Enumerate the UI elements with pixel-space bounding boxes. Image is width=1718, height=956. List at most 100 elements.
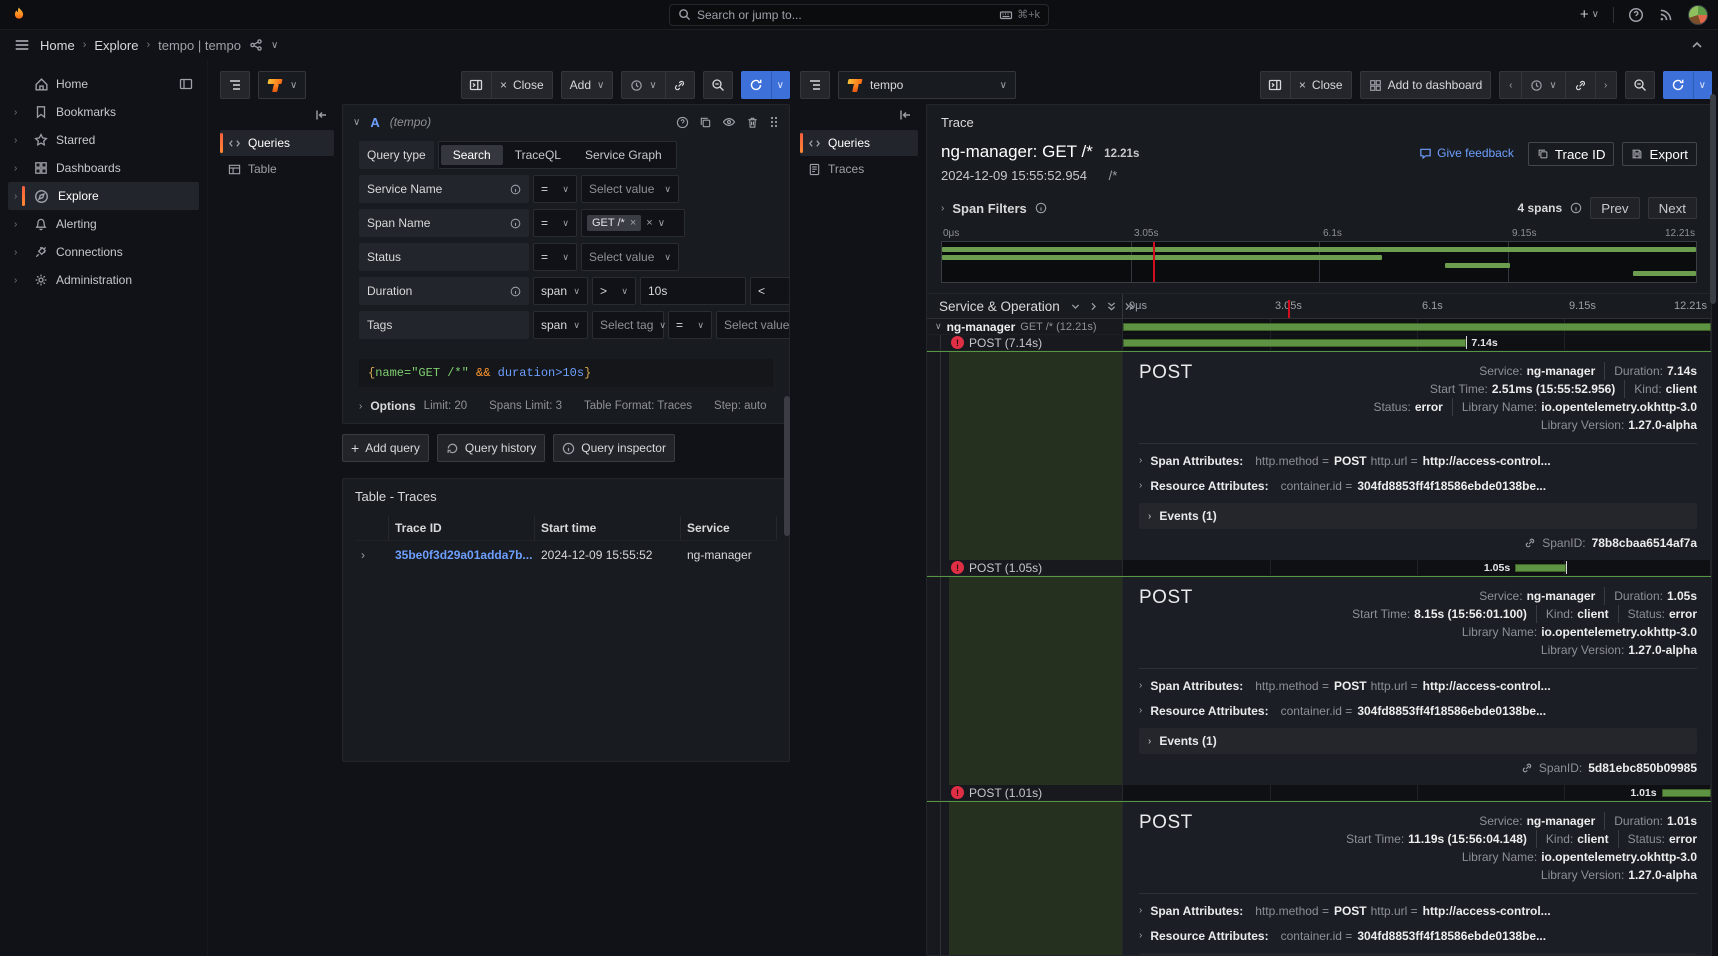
remove-chip-icon[interactable]: ×: [630, 217, 636, 229]
tags-key-select[interactable]: Select tag∨: [592, 311, 664, 339]
duration-operator-select[interactable]: >∨: [592, 277, 636, 305]
sidebar-item-bookmarks[interactable]: › Bookmarks: [8, 98, 199, 126]
duration-max-operator-select[interactable]: <: [750, 277, 789, 305]
drag-handle-icon[interactable]: [769, 115, 779, 129]
span-bar[interactable]: [1123, 339, 1466, 347]
collapse-left-icon[interactable]: [314, 108, 328, 122]
add-query-button[interactable]: +Add query: [342, 434, 429, 462]
right-nav-traces[interactable]: Traces: [800, 156, 918, 182]
events-toggle[interactable]: › Events (1): [1139, 728, 1697, 754]
prev-span-button[interactable]: Prev: [1590, 197, 1639, 219]
menu-icon[interactable]: [14, 37, 30, 53]
duplicate-query-icon[interactable]: [699, 116, 712, 129]
add-button[interactable]: Add∨: [561, 71, 614, 99]
trace-id-button[interactable]: Trace ID: [1528, 142, 1615, 166]
datasource-pane-toggle-button[interactable]: [220, 71, 250, 99]
permalink-icon-button[interactable]: [1565, 71, 1595, 99]
chevron-right-icon[interactable]: ›: [14, 247, 26, 258]
search-input[interactable]: Search or jump to... ⌘+k: [669, 4, 1049, 26]
span-attributes-toggle[interactable]: › Span Attributes: http.method =POSThttp…: [1139, 898, 1697, 923]
zoom-out-button[interactable]: [703, 71, 733, 99]
query-type-service-graph[interactable]: Service Graph: [573, 145, 674, 165]
span-name-value-select[interactable]: GET /*× × ∨: [581, 209, 685, 237]
left-pane-scrollbar[interactable]: [784, 396, 790, 536]
service-operation-header[interactable]: Service & Operation: [939, 299, 1060, 314]
clear-value-icon[interactable]: ×: [646, 217, 652, 229]
breadcrumb-home[interactable]: Home: [40, 38, 75, 53]
span-bar[interactable]: [1123, 323, 1711, 331]
tags-value-select[interactable]: Select value: [716, 311, 789, 339]
run-query-options-button[interactable]: ∨: [771, 71, 790, 99]
span-bar[interactable]: [1662, 789, 1711, 797]
query-options-toggle[interactable]: › Options Limit: 20 Spans Limit: 3 Table…: [343, 395, 789, 423]
chevron-right-icon[interactable]: ›: [14, 191, 26, 202]
give-feedback-link[interactable]: Give feedback: [1419, 146, 1514, 160]
minimap-canvas[interactable]: [941, 241, 1697, 283]
news-icon[interactable]: [1658, 7, 1674, 23]
span-attributes-toggle[interactable]: › Span Attributes: http.method =POSThttp…: [1139, 673, 1697, 698]
sidebar-item-explore[interactable]: › Explore: [8, 182, 199, 210]
resource-attributes-toggle[interactable]: › Resource Attributes: container.id =304…: [1139, 473, 1697, 498]
left-nav-queries[interactable]: Queries: [220, 130, 334, 156]
time-shift-forward-button[interactable]: ›: [1595, 71, 1617, 99]
link-icon[interactable]: [1521, 762, 1533, 774]
span-row-post-2[interactable]: ! POST (1.05s) 1.05s: [927, 560, 1711, 576]
span-name-operator-select[interactable]: =∨: [533, 209, 577, 237]
span-row-root[interactable]: ∨ ng-manager GET /* (12.21s): [927, 319, 1711, 335]
close-pane-button[interactable]: ×Close: [491, 71, 553, 99]
time-range-button[interactable]: ∨: [1521, 71, 1564, 99]
sidebar-item-home[interactable]: Home: [8, 70, 199, 98]
link-icon[interactable]: [1524, 537, 1536, 549]
right-pane-scrollbar[interactable]: [1710, 94, 1716, 304]
close-pane-button[interactable]: ×Close: [1290, 71, 1352, 99]
datasource-pane-toggle-button[interactable]: [800, 71, 830, 99]
run-query-button[interactable]: [741, 71, 771, 99]
sidebar-item-administration[interactable]: › Administration: [8, 266, 199, 294]
chevron-right-icon[interactable]: ›: [14, 135, 26, 146]
split-pane-button[interactable]: [461, 71, 491, 99]
help-icon[interactable]: [1628, 7, 1644, 23]
grafana-logo[interactable]: [10, 6, 28, 24]
chevron-right-icon[interactable]: ›: [14, 163, 26, 174]
breadcrumb-explore[interactable]: Explore: [94, 38, 138, 53]
expand-one-icon[interactable]: [1088, 301, 1099, 312]
chevron-down-icon[interactable]: ∨: [271, 40, 278, 51]
tags-operator-select[interactable]: =∨: [668, 311, 712, 339]
chevron-down-icon[interactable]: ∨: [353, 117, 360, 128]
datasource-picker[interactable]: ∨: [258, 71, 306, 99]
chevron-right-icon[interactable]: ›: [941, 203, 944, 214]
sidebar-item-connections[interactable]: › Connections: [8, 238, 199, 266]
row-expander-icon[interactable]: ›: [355, 540, 389, 569]
chevron-down-icon[interactable]: ∨: [935, 321, 942, 332]
span-filters-label[interactable]: Span Filters: [952, 201, 1026, 216]
next-span-button[interactable]: Next: [1648, 197, 1697, 219]
sidebar-item-alerting[interactable]: › Alerting: [8, 210, 199, 238]
sidebar-item-starred[interactable]: › Starred: [8, 126, 199, 154]
trace-id-link[interactable]: 35be0f3d29a01adda7b...: [389, 540, 535, 569]
right-nav-queries[interactable]: Queries: [800, 130, 918, 156]
permalink-icon-button[interactable]: [665, 71, 695, 99]
add-to-dashboard-button[interactable]: Add to dashboard: [1360, 71, 1492, 99]
collapse-left-icon[interactable]: [898, 108, 912, 122]
status-value-select[interactable]: Select value∨: [581, 243, 679, 271]
span-row-post-3[interactable]: ! POST (1.01s) 1.01s: [927, 785, 1711, 801]
collapse-all-icon[interactable]: [1106, 301, 1117, 312]
new-menu-button[interactable]: +∨: [1580, 6, 1599, 23]
events-toggle[interactable]: › Events (1): [1139, 503, 1697, 529]
span-attributes-toggle[interactable]: › Span Attributes: http.method =POSThttp…: [1139, 448, 1697, 473]
time-shift-back-button[interactable]: ‹: [1499, 71, 1521, 99]
resource-attributes-toggle[interactable]: › Resource Attributes: container.id =304…: [1139, 698, 1697, 723]
disable-query-eye-icon[interactable]: [722, 115, 736, 129]
query-history-button[interactable]: Query history: [437, 434, 545, 462]
run-query-button[interactable]: [1663, 71, 1693, 99]
duration-value-input[interactable]: 10s: [640, 277, 746, 305]
dock-sidebar-icon[interactable]: [179, 77, 193, 91]
left-nav-table[interactable]: Table: [220, 156, 334, 182]
col-service[interactable]: Service: [681, 516, 777, 540]
query-type-search[interactable]: Search: [441, 145, 503, 165]
chevron-right-icon[interactable]: ›: [14, 219, 26, 230]
tags-scope-select[interactable]: span∨: [533, 311, 588, 339]
col-trace-id[interactable]: Trace ID: [389, 516, 535, 540]
col-start-time[interactable]: Start time: [535, 516, 681, 540]
collapse-one-icon[interactable]: [1070, 301, 1081, 312]
